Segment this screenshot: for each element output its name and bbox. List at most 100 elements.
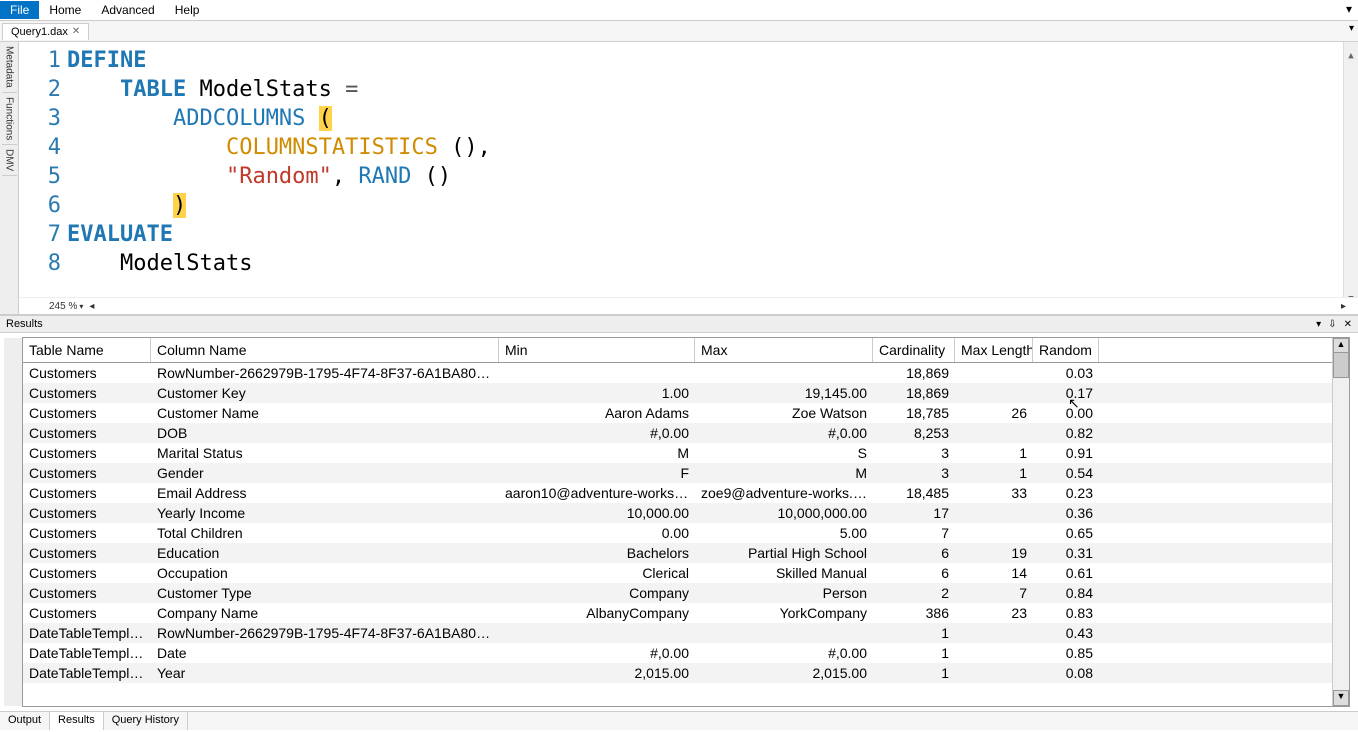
cell: 23 <box>955 603 1033 623</box>
cell: Clerical <box>499 563 695 583</box>
cell: 10,000.00 <box>499 503 695 523</box>
menu-advanced[interactable]: Advanced <box>91 1 164 19</box>
cell <box>955 663 1033 683</box>
cell: 14 <box>955 563 1033 583</box>
cell: Customers <box>23 583 151 603</box>
ribbon-collapse-icon[interactable]: ▾ <box>1346 2 1352 16</box>
grid-scroll-thumb[interactable] <box>1333 352 1349 378</box>
cell: 1 <box>873 643 955 663</box>
cell: 2,015.00 <box>499 663 695 683</box>
close-tab-icon[interactable]: ✕ <box>72 26 80 37</box>
table-row[interactable]: CustomersEmail Addressaaron10@adventure-… <box>23 483 1349 503</box>
zoom-dropdown-icon[interactable]: ▾ <box>79 302 83 311</box>
editor-status-bar: 245 %▾ ◂ ▸ <box>19 297 1358 314</box>
cell: Customer Type <box>151 583 499 603</box>
cell: 0.84 <box>1033 583 1099 603</box>
table-row[interactable]: CustomersGenderFM310.54 <box>23 463 1349 483</box>
sidetab-metadata[interactable]: Metadata <box>2 42 17 93</box>
col-header-table-name[interactable]: Table Name <box>23 338 151 362</box>
cell: 26 <box>955 403 1033 423</box>
tab-results[interactable]: Results <box>50 712 104 730</box>
code-content[interactable]: DEFINE TABLE ModelStats = ADDCOLUMNS ( C… <box>67 46 1358 297</box>
results-grid[interactable]: Table Name Column Name Min Max Cardinali… <box>22 337 1350 707</box>
table-row[interactable]: CustomersMarital StatusMS310.91 <box>23 443 1349 463</box>
table-row[interactable]: CustomersCustomer Key1.0019,145.0018,869… <box>23 383 1349 403</box>
table-row[interactable]: DateTableTemplat...RowNumber-2662979B-17… <box>23 623 1349 643</box>
editor-vertical-scrollbar[interactable]: ▲ ▼ <box>1343 42 1358 297</box>
table-row[interactable]: DateTableTemplat...Year2,015.002,015.001… <box>23 663 1349 683</box>
table-row[interactable]: CustomersTotal Children0.005.0070.65 <box>23 523 1349 543</box>
cell: DateTableTemplat... <box>23 643 151 663</box>
col-header-random[interactable]: Random <box>1033 338 1099 362</box>
results-title: Results <box>6 318 43 330</box>
side-tab-strip: Metadata Functions DMV <box>0 42 19 314</box>
tab-options-icon[interactable]: ▾ <box>1349 23 1354 34</box>
table-row[interactable]: CustomersCompany NameAlbanyCompanyYorkCo… <box>23 603 1349 623</box>
results-panel-header: Results ▾ ⇩ ✕ <box>0 315 1358 333</box>
table-row[interactable]: CustomersEducationBachelorsPartial High … <box>23 543 1349 563</box>
menu-file[interactable]: File <box>0 1 39 19</box>
document-tab-label: Query1.dax <box>11 26 68 38</box>
cell: 1 <box>955 463 1033 483</box>
cell: YorkCompany <box>695 603 873 623</box>
results-close-icon[interactable]: ✕ <box>1344 319 1352 330</box>
cell: 0.82 <box>1033 423 1099 443</box>
table-row[interactable]: CustomersCustomer NameAaron AdamsZoe Wat… <box>23 403 1349 423</box>
cell: 18,485 <box>873 483 955 503</box>
document-tab[interactable]: Query1.dax ✕ <box>2 23 89 40</box>
cell: 386 <box>873 603 955 623</box>
cell: Customers <box>23 503 151 523</box>
cell: 5.00 <box>695 523 873 543</box>
cell: S <box>695 443 873 463</box>
cell: Customers <box>23 523 151 543</box>
table-row[interactable]: CustomersCustomer TypeCompanyPerson270.8… <box>23 583 1349 603</box>
table-row[interactable]: CustomersDOB#,0.00#,0.008,2530.82 <box>23 423 1349 443</box>
cell: F <box>499 463 695 483</box>
hscroll-right-icon[interactable]: ▸ <box>1341 301 1346 312</box>
scroll-down-icon[interactable]: ▼ <box>1344 285 1358 297</box>
cell: Email Address <box>151 483 499 503</box>
grid-body[interactable]: CustomersRowNumber-2662979B-1795-4F74-8F… <box>23 363 1349 706</box>
grid-vertical-scrollbar[interactable]: ▲ ▼ <box>1332 338 1349 706</box>
cell: Customers <box>23 563 151 583</box>
cell: DOB <box>151 423 499 443</box>
menu-home[interactable]: Home <box>39 1 91 19</box>
cell: M <box>695 463 873 483</box>
code-editor[interactable]: 12345678 DEFINE TABLE ModelStats = ADDCO… <box>19 42 1358 314</box>
col-header-min[interactable]: Min <box>499 338 695 362</box>
table-row[interactable]: DateTableTemplat...Date#,0.00#,0.0010.85 <box>23 643 1349 663</box>
grid-scroll-down-icon[interactable]: ▼ <box>1333 690 1349 706</box>
cell: 33 <box>955 483 1033 503</box>
cell: DateTableTemplat... <box>23 663 151 683</box>
table-row[interactable]: CustomersYearly Income10,000.0010,000,00… <box>23 503 1349 523</box>
cell: Customers <box>23 483 151 503</box>
cell: Aaron Adams <box>499 403 695 423</box>
sidetab-dmv[interactable]: DMV <box>2 145 17 176</box>
menu-help[interactable]: Help <box>165 1 210 19</box>
cell: 0.91 <box>1033 443 1099 463</box>
tab-query-history[interactable]: Query History <box>104 712 188 730</box>
cell: Company <box>499 583 695 603</box>
document-tab-strip: Query1.dax ✕ ▾ <box>0 21 1358 42</box>
zoom-level[interactable]: 245 % <box>49 301 77 312</box>
cell: Skilled Manual <box>695 563 873 583</box>
cell: 1 <box>873 623 955 643</box>
scroll-up-icon[interactable]: ▲ <box>1344 42 1358 54</box>
col-header-max[interactable]: Max <box>695 338 873 362</box>
cell: Year <box>151 663 499 683</box>
tab-output[interactable]: Output <box>0 712 50 730</box>
results-dropdown-icon[interactable]: ▾ <box>1316 319 1321 330</box>
hscroll-left-icon[interactable]: ◂ <box>89 301 94 312</box>
results-pin-icon[interactable]: ⇩ <box>1328 319 1336 330</box>
sidetab-functions[interactable]: Functions <box>2 93 17 145</box>
table-row[interactable]: CustomersRowNumber-2662979B-1795-4F74-8F… <box>23 363 1349 383</box>
cell: 0.23 <box>1033 483 1099 503</box>
cell: 7 <box>955 583 1033 603</box>
cell <box>955 423 1033 443</box>
col-header-column-name[interactable]: Column Name <box>151 338 499 362</box>
cell: 18,869 <box>873 363 955 383</box>
col-header-cardinality[interactable]: Cardinality <box>873 338 955 362</box>
cell: #,0.00 <box>695 643 873 663</box>
table-row[interactable]: CustomersOccupationClericalSkilled Manua… <box>23 563 1349 583</box>
col-header-max-length[interactable]: Max Length <box>955 338 1033 362</box>
